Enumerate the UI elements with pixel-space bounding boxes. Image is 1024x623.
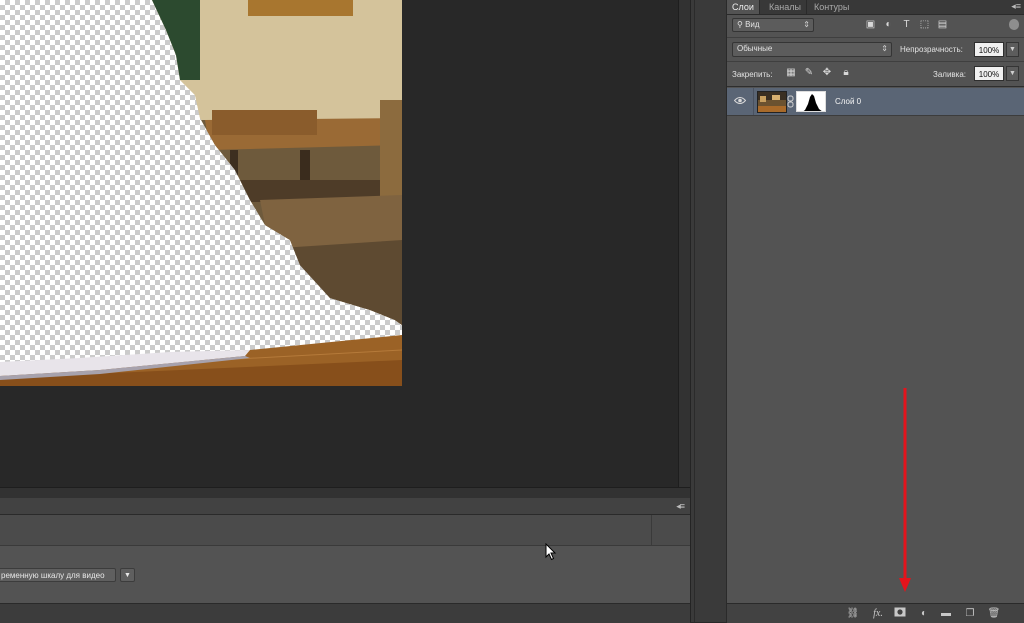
- filter-toggle-switch[interactable]: [1009, 19, 1019, 30]
- fx-icon[interactable]: fx.: [871, 607, 885, 620]
- canvas-horizontal-scrollbar[interactable]: [0, 487, 690, 498]
- red-arrow-annotation: [899, 388, 911, 592]
- search-icon: ⚲: [737, 20, 746, 29]
- lock-position-icon[interactable]: ✥: [821, 67, 833, 79]
- fill-input[interactable]: 100%: [974, 66, 1004, 81]
- fill-slider-button[interactable]: ▼: [1006, 66, 1019, 81]
- mouse-cursor-icon: [545, 543, 557, 561]
- shape-layer-filter-icon[interactable]: ⬚: [918, 18, 931, 31]
- lock-label: Закрепить:: [732, 70, 773, 79]
- pixel-layer-filter-icon[interactable]: ▣: [864, 18, 877, 31]
- lock-all-icon[interactable]: 🔒︎: [840, 67, 852, 79]
- link-icon[interactable]: ⛓: [846, 607, 860, 620]
- trash-icon[interactable]: 🗑︎: [987, 607, 1001, 620]
- layer-row[interactable]: Слой 0: [727, 88, 1024, 116]
- timeline-panel: ◂≡ ременную шкалу для видео ▼: [0, 498, 690, 623]
- layer-thumbnail-image: [758, 92, 786, 112]
- layer-filter-select[interactable]: ⚲ Вид ⇕: [732, 18, 814, 32]
- panel-menu-icon[interactable]: ◂≡: [1011, 1, 1021, 12]
- panel-dock-separator: [690, 0, 727, 622]
- adjustment-layer-filter-icon[interactable]: ◐: [882, 18, 895, 31]
- layer-name[interactable]: Слой 0: [835, 97, 861, 106]
- divider: [727, 61, 1024, 62]
- chevron-down-icon: ▼: [124, 572, 131, 579]
- divider: [651, 515, 652, 545]
- document-canvas[interactable]: [0, 0, 402, 386]
- filter-kind-label: Вид: [745, 20, 760, 29]
- layers-panel: Слои Каналы Контуры ◂≡ ⚲ Вид ⇕ ▣ ◐ T ⬚ ▤…: [726, 0, 1024, 623]
- tab-paths[interactable]: Контуры: [809, 0, 854, 14]
- up-down-arrows-icon: ⇕: [881, 44, 888, 53]
- lock-image-pixels-icon[interactable]: ✎: [803, 67, 815, 79]
- panel-tabs: Слои Каналы Контуры ◂≡: [727, 0, 1024, 15]
- photo-layer-image: [0, 0, 402, 386]
- type-layer-filter-icon[interactable]: T: [900, 18, 913, 31]
- layer-filter-icons: ▣ ◐ T ⬚ ▤: [864, 17, 1024, 33]
- layer-thumbnail[interactable]: [757, 91, 787, 113]
- timeline-footer: [0, 603, 690, 623]
- opacity-slider-button[interactable]: ▼: [1006, 42, 1019, 57]
- new-layer-icon[interactable]: ❐: [963, 607, 977, 620]
- up-down-arrows-icon: ⇕: [803, 20, 810, 29]
- chevron-down-icon: ▼: [1009, 46, 1016, 53]
- opacity-label: Непрозрачность:: [900, 45, 963, 54]
- fill-label: Заливка:: [933, 70, 967, 79]
- layers-panel-footer: ⛓ fx. ◐ ▬ ❐ 🗑︎: [727, 603, 1024, 623]
- tab-channels[interactable]: Каналы: [764, 0, 807, 14]
- canvas-area[interactable]: [0, 0, 691, 487]
- divider: [694, 0, 695, 622]
- divider: [727, 86, 1024, 87]
- timeline-track-row: [0, 515, 690, 546]
- add-mask-glyph: [894, 607, 906, 617]
- timeline-panel-header: ◂≡: [0, 498, 690, 515]
- mask-thumbnail-image: [797, 92, 825, 111]
- blend-mode-value: Обычные: [737, 44, 773, 53]
- lock-transparent-pixels-icon[interactable]: ▦: [785, 67, 797, 79]
- layer-mask-thumbnail[interactable]: [796, 91, 826, 112]
- tab-layers[interactable]: Слои: [727, 0, 760, 14]
- timeline-mode-dropdown[interactable]: ▼: [120, 568, 135, 582]
- smart-object-filter-icon[interactable]: ▤: [936, 18, 949, 31]
- chain-link-icon[interactable]: [787, 95, 794, 108]
- opacity-input[interactable]: 100%: [974, 42, 1004, 57]
- chevron-down-icon: ▼: [1009, 70, 1016, 77]
- eye-icon: [734, 97, 746, 104]
- panel-menu-icon[interactable]: ◂≡: [676, 501, 685, 512]
- folder-icon[interactable]: ▬: [939, 607, 953, 620]
- add-mask-icon[interactable]: [893, 607, 907, 620]
- adjustment-icon[interactable]: ◐: [917, 607, 931, 620]
- create-video-timeline-button[interactable]: ременную шкалу для видео: [0, 568, 116, 582]
- visibility-toggle[interactable]: [727, 88, 754, 115]
- divider: [727, 37, 1024, 38]
- blend-mode-select[interactable]: Обычные ⇕: [732, 42, 892, 57]
